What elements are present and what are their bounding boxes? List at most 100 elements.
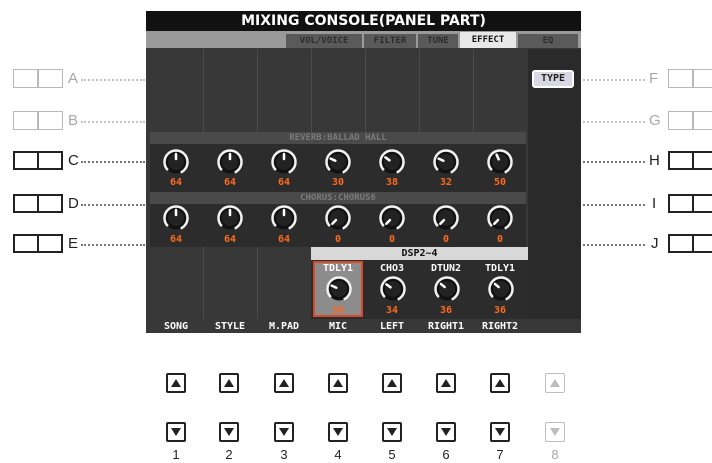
knob-icon xyxy=(325,149,351,175)
chorus-knob-style[interactable] xyxy=(217,205,243,231)
side-button-i[interactable] xyxy=(668,194,712,213)
knob-icon xyxy=(433,149,459,175)
down-button-5[interactable] xyxy=(382,422,402,442)
reverb-knob-left[interactable] xyxy=(379,149,405,175)
up-button-6[interactable] xyxy=(436,373,456,393)
knob-icon xyxy=(379,149,405,175)
side-button-d[interactable] xyxy=(13,194,63,213)
knob-icon xyxy=(271,205,297,231)
tab-filter[interactable]: FILTER xyxy=(364,34,416,48)
up-button-1[interactable] xyxy=(166,373,186,393)
lcd-screen: MIXING CONSOLE(PANEL PART) VOL/VOICE FIL… xyxy=(146,11,581,333)
chorus-knob-song[interactable] xyxy=(163,205,189,231)
chorus-value-mic: 0 xyxy=(334,234,342,245)
reverb-knob-style[interactable] xyxy=(217,149,243,175)
up-button-7[interactable] xyxy=(490,373,510,393)
right-panel xyxy=(528,49,581,319)
reverb-value-mpad: 64 xyxy=(277,177,291,188)
reverb-value-mic: 30 xyxy=(331,177,345,188)
dsp-knob-right1[interactable] xyxy=(434,276,460,302)
dsp-value-right1: 36 xyxy=(439,305,453,316)
side-button-e-leader xyxy=(81,244,145,246)
reverb-value-style: 64 xyxy=(223,177,237,188)
part-label-style: STYLE xyxy=(214,321,246,332)
knob-icon xyxy=(433,205,459,231)
dsp-name-right1: DTUN2 xyxy=(430,263,462,274)
side-button-b[interactable] xyxy=(13,111,63,130)
type-button[interactable]: TYPE xyxy=(532,70,574,88)
down-button-3[interactable] xyxy=(274,422,294,442)
knob-icon xyxy=(271,149,297,175)
side-button-a-label: A xyxy=(68,70,79,87)
chorus-knob-right1[interactable] xyxy=(433,205,459,231)
dsp-name-right2: TDLY1 xyxy=(484,263,516,274)
side-button-g-label: G xyxy=(649,112,661,129)
part-label-song: SONG xyxy=(163,321,189,332)
reverb-value-left: 38 xyxy=(385,177,399,188)
tab-bar: VOL/VOICE FILTER TUNE EFFECT EQ xyxy=(146,31,581,48)
button-number-4: 4 xyxy=(334,447,342,462)
chorus-value-style: 64 xyxy=(223,234,237,245)
dsp-value-right2: 36 xyxy=(493,305,507,316)
side-button-e-label: E xyxy=(68,235,79,252)
side-button-c[interactable] xyxy=(13,151,63,170)
tab-tune[interactable]: TUNE xyxy=(418,34,458,48)
down-button-2[interactable] xyxy=(219,422,239,442)
side-button-i-label: I xyxy=(652,195,657,212)
knob-icon xyxy=(434,276,460,302)
part-label-right1: RIGHT1 xyxy=(427,321,465,332)
down-button-8[interactable] xyxy=(545,422,565,442)
dsp-knob-right2[interactable] xyxy=(488,276,514,302)
reverb-knob-right1[interactable] xyxy=(433,149,459,175)
chorus-knob-right2[interactable] xyxy=(487,205,513,231)
tab-effect[interactable]: EFFECT xyxy=(460,32,516,48)
down-button-4[interactable] xyxy=(328,422,348,442)
side-button-h-leader xyxy=(583,161,645,163)
knob-icon xyxy=(163,149,189,175)
up-button-8[interactable] xyxy=(545,373,565,393)
tab-vol-voice[interactable]: VOL/VOICE xyxy=(286,34,362,48)
side-button-b-label: B xyxy=(68,112,79,129)
button-number-1: 1 xyxy=(172,447,180,462)
knob-icon xyxy=(487,149,513,175)
side-button-j[interactable] xyxy=(668,234,712,253)
button-number-2: 2 xyxy=(225,447,233,462)
side-button-d-leader xyxy=(81,204,145,206)
down-button-7[interactable] xyxy=(490,422,510,442)
side-button-g[interactable] xyxy=(668,111,712,130)
chorus-value-song: 64 xyxy=(169,234,183,245)
reverb-value-right2: 50 xyxy=(493,177,507,188)
up-button-2[interactable] xyxy=(219,373,239,393)
side-button-j-leader xyxy=(583,244,645,246)
down-button-6[interactable] xyxy=(436,422,456,442)
dsp-knob-mic[interactable] xyxy=(326,276,352,302)
part-label-mic: MIC xyxy=(328,321,348,332)
dsp-knob-left[interactable] xyxy=(380,276,406,302)
chorus-knob-left[interactable] xyxy=(379,205,405,231)
reverb-knob-mic[interactable] xyxy=(325,149,351,175)
chorus-value-right2: 0 xyxy=(496,234,504,245)
side-button-e[interactable] xyxy=(13,234,63,253)
reverb-knob-right2[interactable] xyxy=(487,149,513,175)
knob-icon xyxy=(326,276,352,302)
side-button-d-label: D xyxy=(68,195,79,212)
reverb-header: REVERB:BALLAD HALL xyxy=(150,132,526,144)
up-button-5[interactable] xyxy=(382,373,402,393)
up-button-4[interactable] xyxy=(328,373,348,393)
reverb-knob-song[interactable] xyxy=(163,149,189,175)
dsp-name-left: CHO3 xyxy=(379,263,405,274)
chorus-knob-mic[interactable] xyxy=(325,205,351,231)
side-button-c-leader xyxy=(81,161,145,163)
tab-eq[interactable]: EQ xyxy=(518,34,578,48)
dsp-value-left: 34 xyxy=(385,305,399,316)
part-label-mpad: M.PAD xyxy=(268,321,300,332)
reverb-knob-mpad[interactable] xyxy=(271,149,297,175)
chorus-knob-mpad[interactable] xyxy=(271,205,297,231)
up-button-3[interactable] xyxy=(274,373,294,393)
knob-icon xyxy=(487,205,513,231)
side-button-a[interactable] xyxy=(13,69,63,88)
side-button-f[interactable] xyxy=(668,69,712,88)
side-button-h[interactable] xyxy=(668,151,712,170)
knob-icon xyxy=(163,205,189,231)
down-button-1[interactable] xyxy=(166,422,186,442)
